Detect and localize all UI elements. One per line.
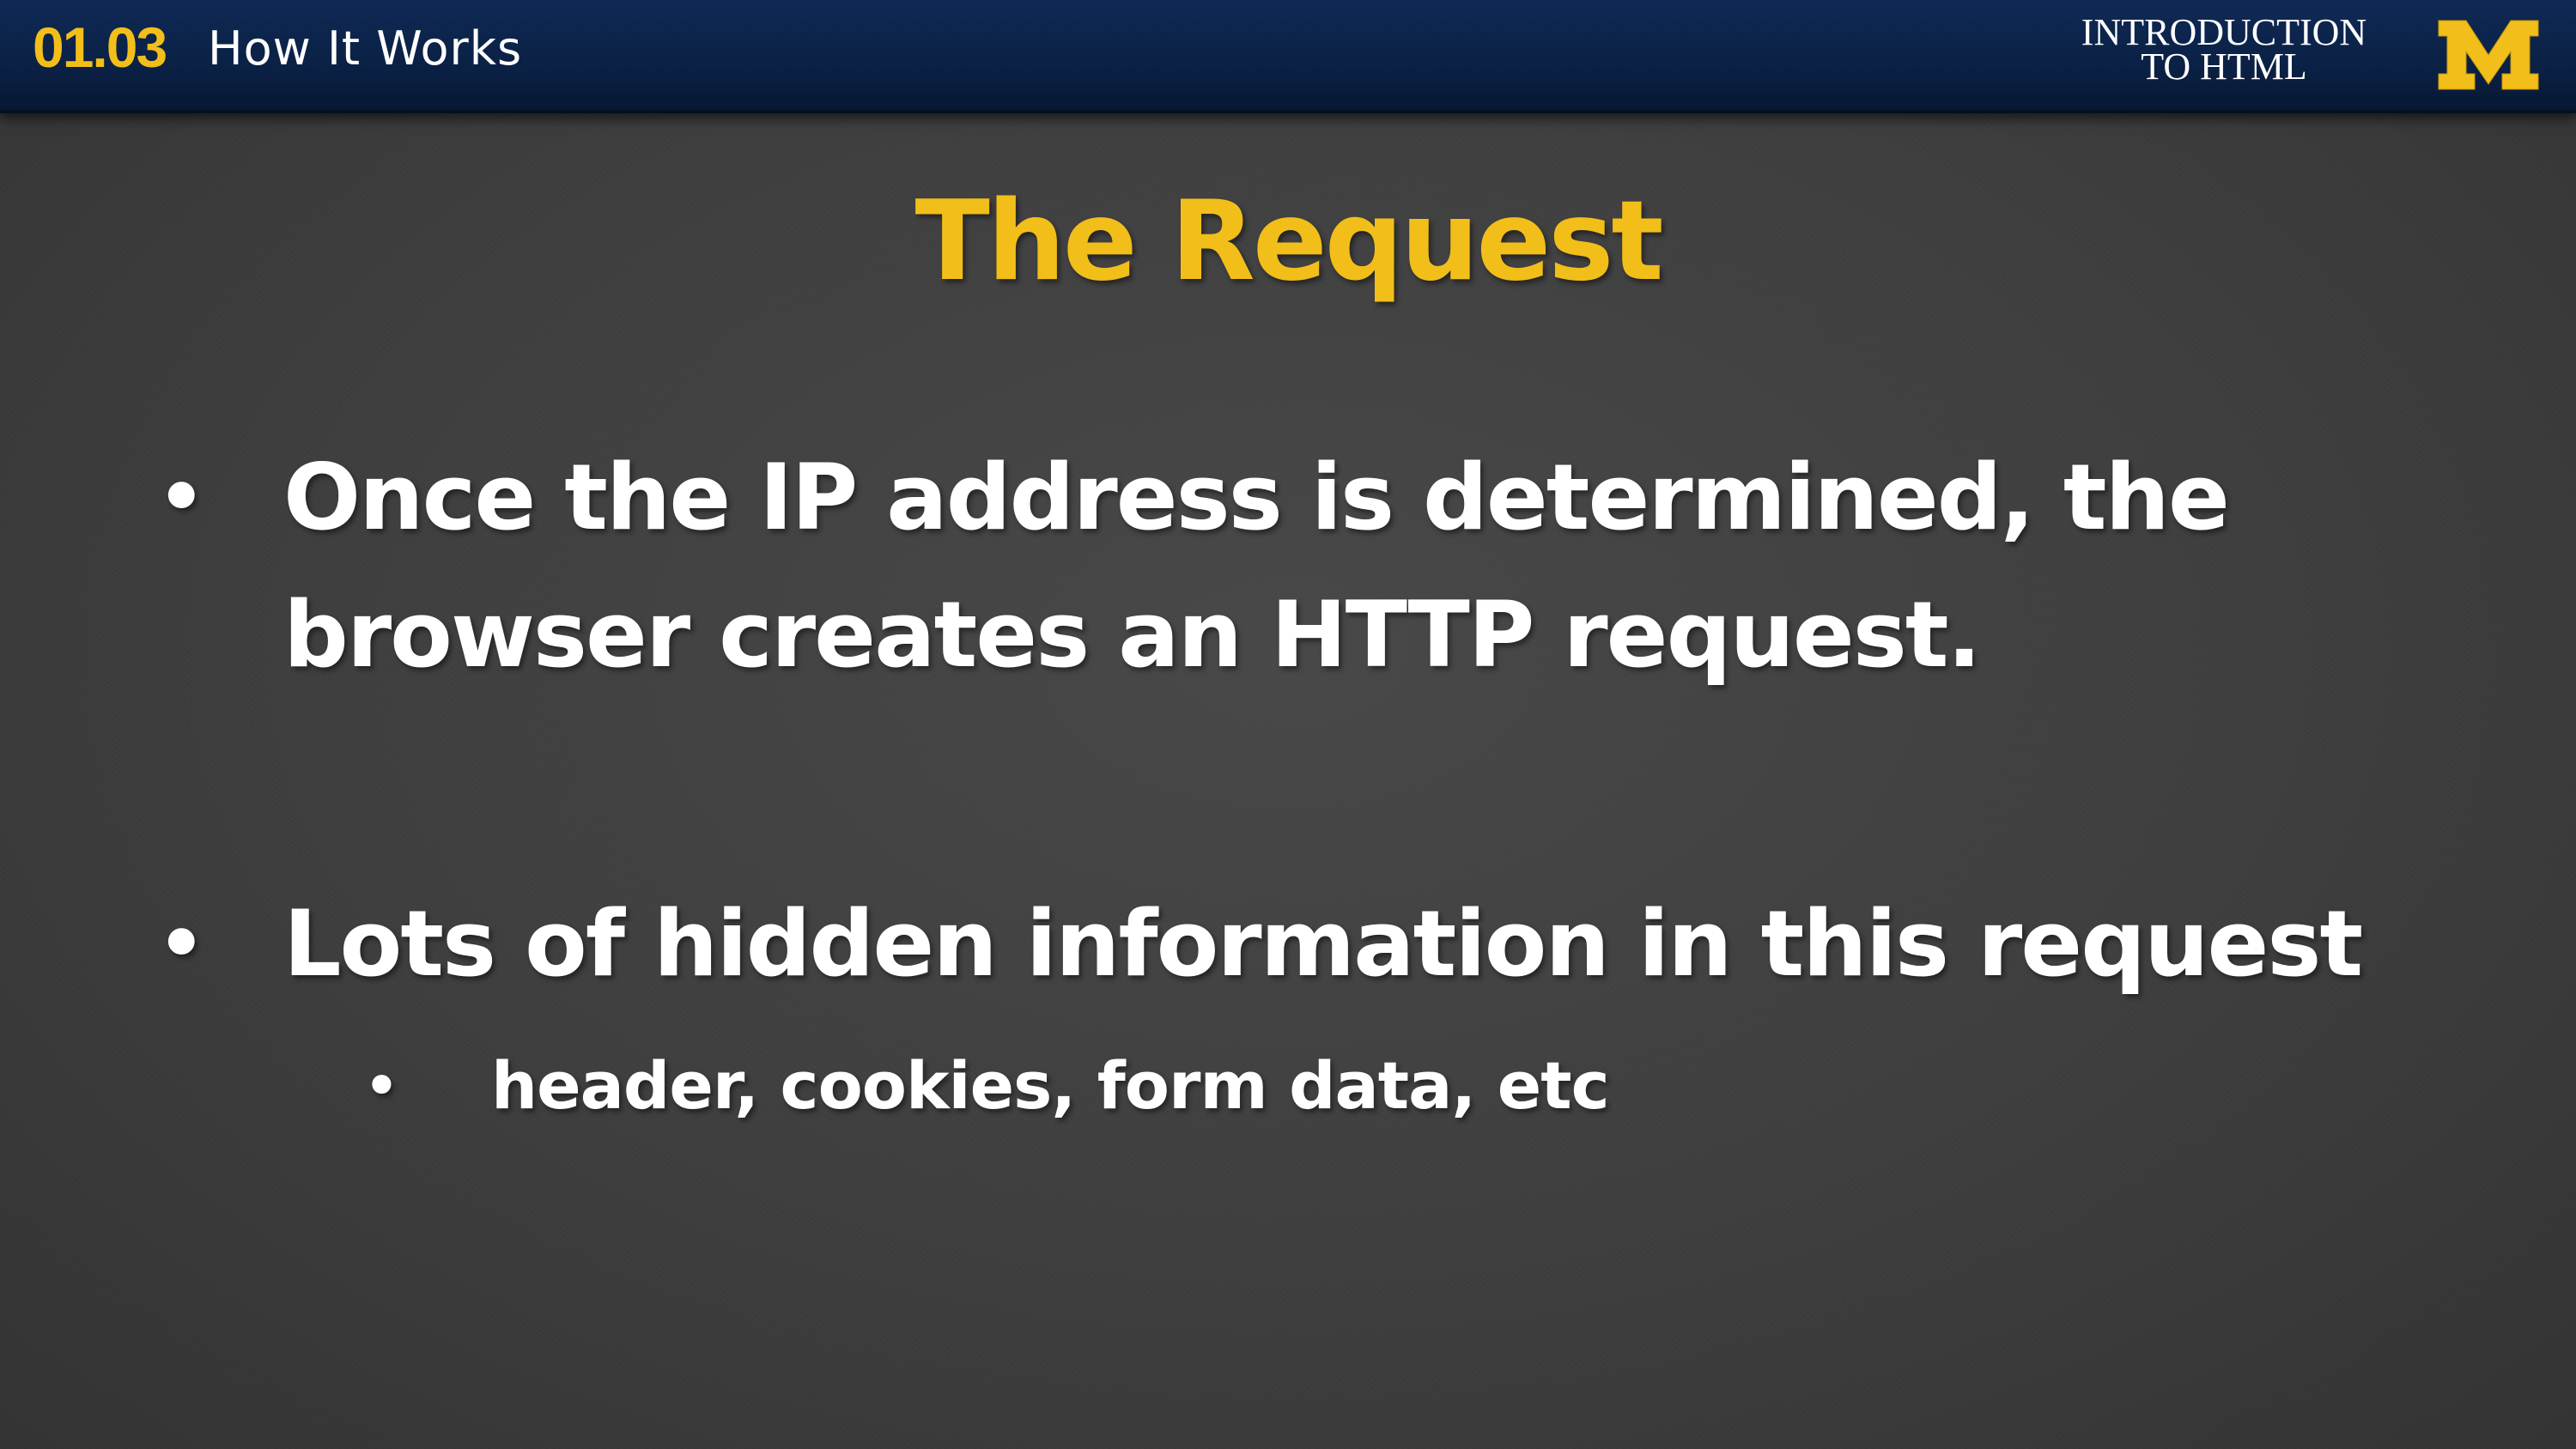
header-bar: 01.03 How It Works INTRODUCTION TO HTML xyxy=(0,0,2576,113)
bullet-dot-icon: • xyxy=(362,1047,401,1124)
university-m-logo-icon xyxy=(2438,20,2539,90)
bullet-dot-icon: • xyxy=(155,445,209,550)
course-name: INTRODUCTION TO HTML xyxy=(2081,11,2367,88)
sub-bullet-item: • header, cookies, form data, etc xyxy=(362,1043,2208,1129)
sub-bullet-text: header, cookies, form data, etc xyxy=(491,1047,1610,1124)
bullet-text: Once the IP address is determined, the b… xyxy=(283,445,2230,688)
bullet-item: • Lots of hidden information in this req… xyxy=(155,876,2473,1013)
course-number: 01.03 xyxy=(33,15,167,79)
slide-title: The Request xyxy=(914,178,1663,306)
bullet-item: • Once the IP address is determined, the… xyxy=(155,429,2430,704)
section-title: How It Works xyxy=(208,21,523,76)
bullet-text: Lots of hidden information in this reque… xyxy=(283,891,2363,997)
bullet-dot-icon: • xyxy=(155,891,209,997)
